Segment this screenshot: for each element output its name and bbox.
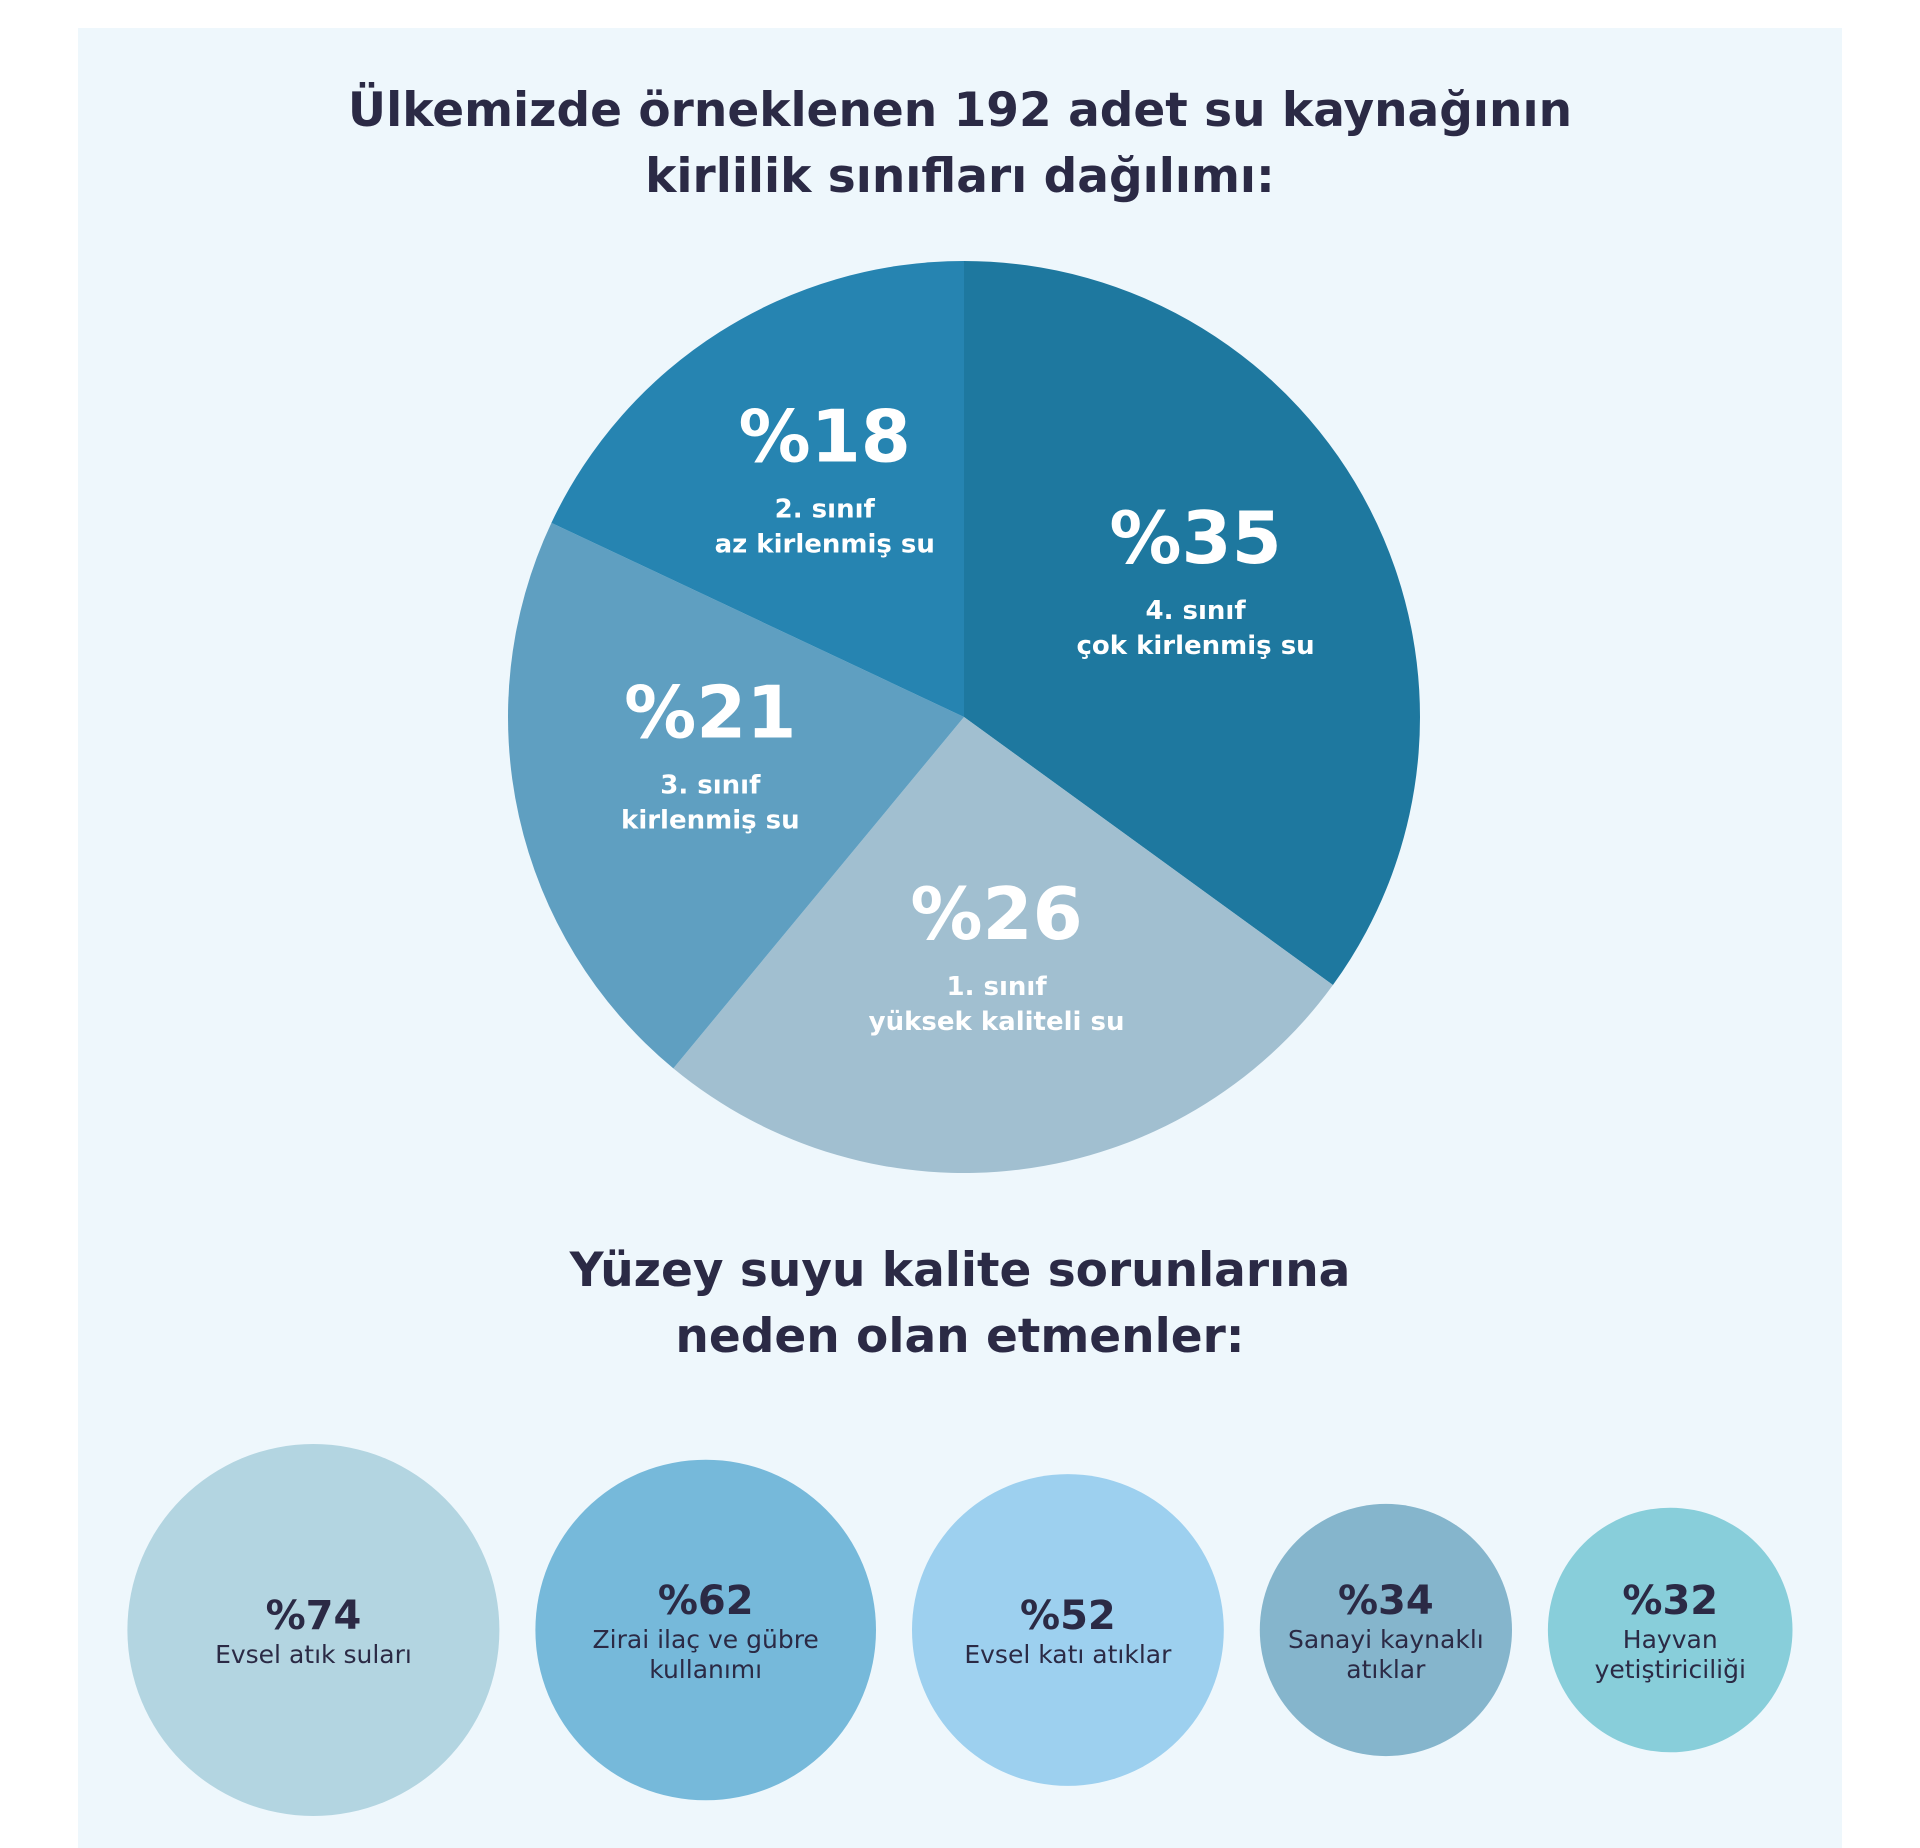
bubble-label-4-line-1: yetiştiriciliği — [1595, 1655, 1746, 1684]
pie-slice-class-3: 2. sınıf — [775, 495, 876, 525]
bubble-label-4-line-0: Hayvan — [1623, 1625, 1718, 1654]
bubble-chart-title: Yüzey suyu kalite sorunlarına neden olan… — [0, 1238, 1920, 1370]
pie-slice-class-2: 3. sınıf — [660, 771, 761, 801]
bubble-percent-3: %34 — [1338, 1578, 1434, 1624]
pie-slice-desc-2: kirlenmiş su — [621, 806, 800, 836]
pie-slice-percent-2: %21 — [624, 671, 796, 755]
bubble-percent-0: %74 — [266, 1593, 362, 1639]
bubble-percent-1: %62 — [658, 1578, 754, 1624]
pie-slice-percent-3: %18 — [739, 395, 911, 479]
bubble-percent-4: %32 — [1622, 1578, 1718, 1624]
bubble-chart-title-line-1: Yüzey suyu kalite sorunlarına — [569, 1243, 1351, 1298]
bubble-chart-title-line-2: neden olan etmenler: — [675, 1309, 1245, 1364]
bubble-percent-2: %52 — [1020, 1593, 1116, 1639]
pie-slice-class-1: 1. sınıf — [947, 972, 1048, 1002]
pie-slice-percent-1: %26 — [910, 872, 1082, 956]
bubble-label-3-line-1: atıklar — [1346, 1655, 1426, 1684]
bubble-label-0-line-0: Evsel atık suları — [215, 1640, 412, 1669]
bubble-label-2-line-0: Evsel katı atıklar — [964, 1640, 1172, 1669]
pie-slice-desc-3: az kirlenmiş su — [715, 530, 935, 560]
bubble-label-1-line-1: kullanımı — [649, 1655, 762, 1684]
pie-chart: %35 4. sınıf çok kirlenmiş su %26 1. sınıf yü… — [127, 260, 1793, 1816]
pie-slice-desc-1: yüksek kaliteli su — [869, 1007, 1125, 1037]
bubble-label-3-line-0: Sanayi kaynaklı — [1288, 1625, 1484, 1654]
pie-slice-desc-0: çok kirlenmiş su — [1076, 631, 1314, 661]
pie-slice-percent-0: %35 — [1109, 496, 1281, 580]
bubble-label-1-line-0: Zirai ilaç ve gübre — [593, 1625, 819, 1654]
pie-slice-class-0: 4. sınıf — [1146, 596, 1247, 626]
